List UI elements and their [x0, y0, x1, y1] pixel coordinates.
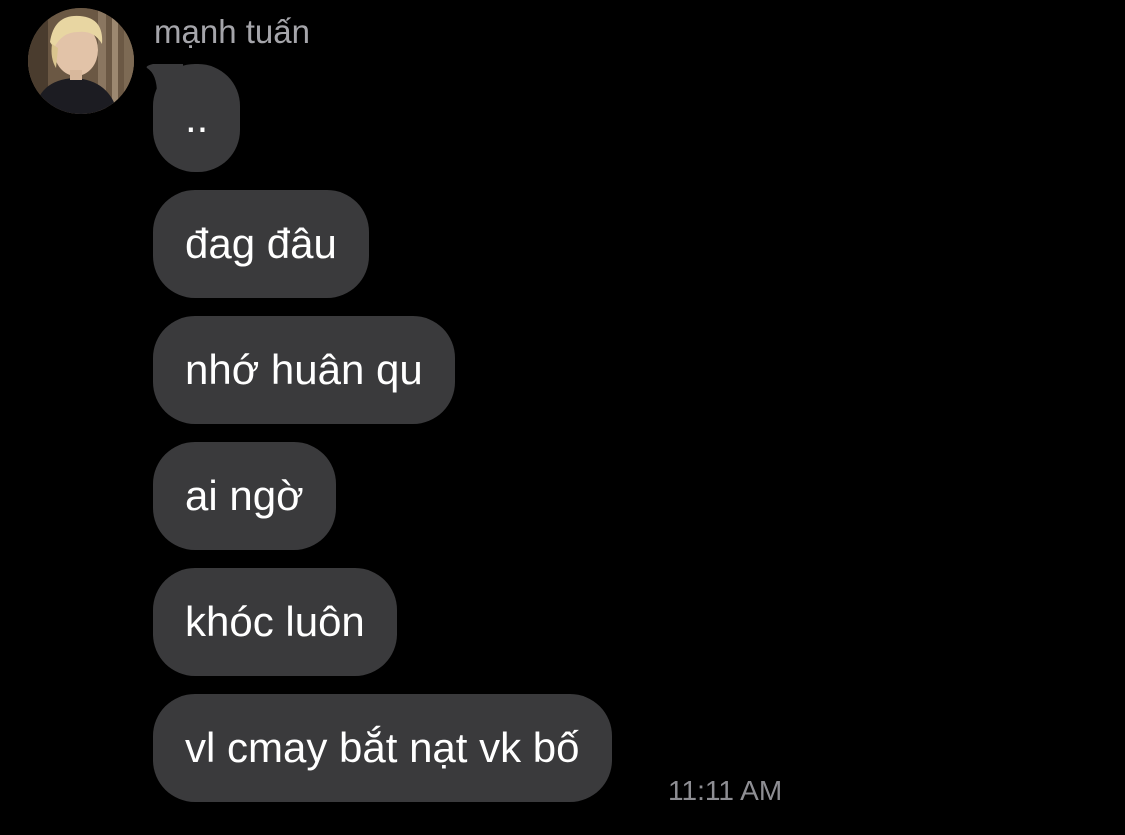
message-bubble[interactable]: ai ngờ [153, 442, 336, 550]
message-bubble[interactable]: nhớ huân qu [153, 316, 455, 424]
sender-avatar[interactable] [28, 8, 134, 114]
message-timestamp: 11:11 AM [668, 775, 783, 806]
message-bubble[interactable]: đag đâu [153, 190, 369, 298]
sender-name: mạnh tuấn [154, 13, 310, 50]
message-bubble[interactable]: khóc luôn [153, 568, 397, 676]
message-bubble[interactable]: .. [153, 64, 241, 172]
message-bubble[interactable]: vl cmay bắt nạt vk bố [153, 694, 612, 802]
avatar-photo [28, 8, 134, 114]
